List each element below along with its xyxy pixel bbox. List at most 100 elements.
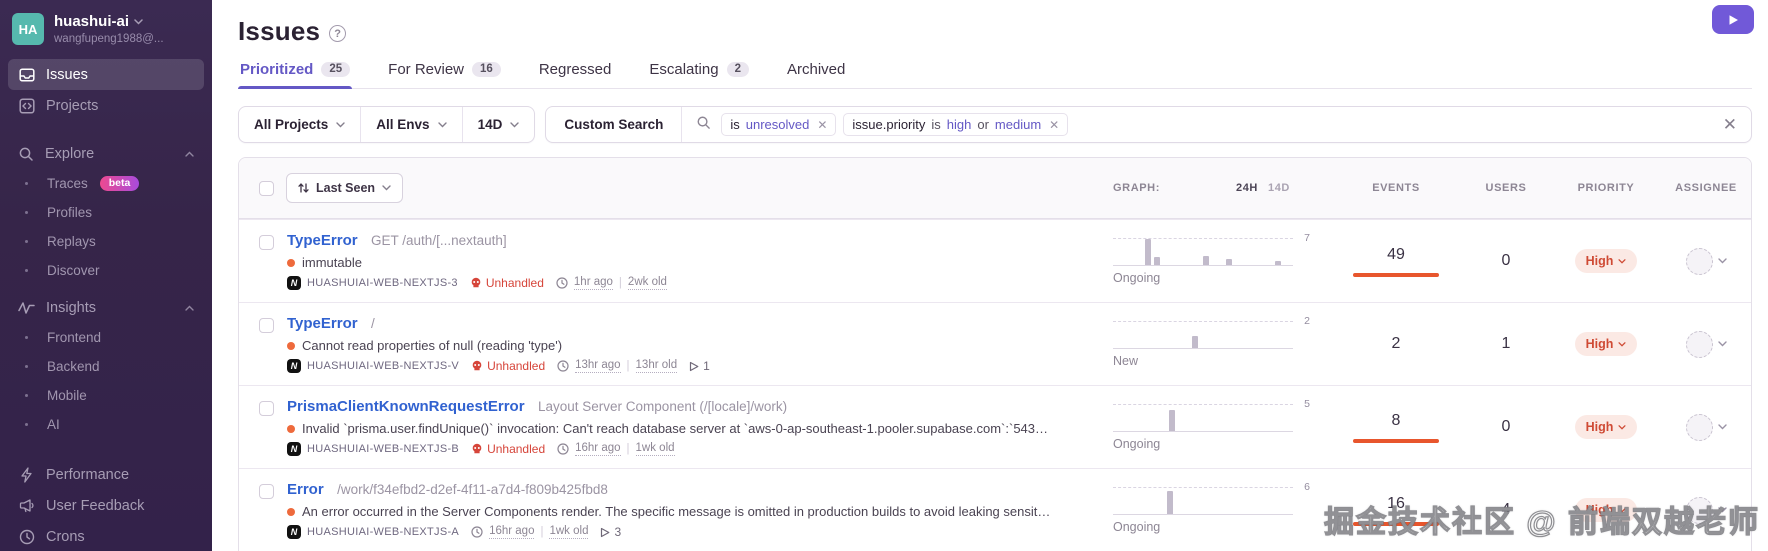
- sidebar-item-traces[interactable]: Traces beta: [8, 169, 204, 198]
- chevron-down-icon: [382, 185, 391, 191]
- tab-escalating[interactable]: Escalating 2: [647, 61, 751, 88]
- row-checkbox[interactable]: [259, 484, 274, 499]
- search-bar: Custom Search is unresolved ✕ issue.prio…: [545, 106, 1752, 143]
- tab-archived[interactable]: Archived: [785, 61, 847, 88]
- issues-icon: [18, 66, 35, 83]
- chevron-down-icon[interactable]: [1718, 258, 1727, 264]
- sidebar-item-issues[interactable]: Issues: [8, 59, 204, 90]
- sidebar-item-user-feedback[interactable]: User Feedback: [8, 490, 204, 521]
- issue-row[interactable]: TypeError / Cannot read properties of nu…: [239, 302, 1751, 385]
- remove-token-icon[interactable]: ✕: [1047, 118, 1059, 132]
- issue-culprit: Layout Server Component (/[locale]/work): [538, 399, 787, 414]
- custom-search-button[interactable]: Custom Search: [546, 107, 682, 142]
- sidebar-item-frontend[interactable]: Frontend: [8, 323, 204, 352]
- assignee-avatar[interactable]: [1686, 331, 1713, 358]
- help-icon[interactable]: ?: [329, 25, 346, 42]
- sidebar-item-projects[interactable]: Projects: [8, 90, 204, 121]
- assignee-avatar[interactable]: [1686, 414, 1713, 441]
- project-filter[interactable]: All Projects: [239, 107, 361, 142]
- priority-select[interactable]: High: [1575, 498, 1638, 522]
- tab-count: 2: [727, 62, 749, 77]
- sparkline-max-line: [1113, 404, 1293, 405]
- assignee-avatar[interactable]: [1686, 497, 1713, 524]
- issue-culprit: /work/f34efbd2-d2ef-4f11-a7d4-f809b425fb…: [337, 482, 608, 497]
- chevron-down-icon[interactable]: [1718, 424, 1727, 430]
- sidebar-item-performance[interactable]: Performance: [8, 459, 204, 490]
- priority-label: High: [1586, 337, 1614, 351]
- chevron-up-icon: [185, 305, 194, 311]
- row-checkbox[interactable]: [259, 401, 274, 416]
- sidebar-group-explore[interactable]: Explore: [8, 139, 204, 169]
- priority-select[interactable]: High: [1575, 249, 1638, 273]
- issue-sparkline: 6: [1113, 487, 1293, 515]
- sidebar-item-ai[interactable]: AI: [8, 410, 204, 439]
- priority-select[interactable]: High: [1575, 332, 1638, 356]
- search-token-priority[interactable]: issue.priority is high or medium ✕: [843, 113, 1068, 136]
- replay-count-value: 3: [614, 525, 621, 539]
- issue-title-link[interactable]: TypeError: [287, 315, 358, 332]
- row-checkbox[interactable]: [259, 235, 274, 250]
- issue-row[interactable]: Error /work/f34efbd2-d2ef-4f11-a7d4-f809…: [239, 468, 1751, 551]
- sidebar-item-label: Backend: [47, 359, 100, 374]
- divider: |: [627, 360, 630, 372]
- environment-filter[interactable]: All Envs: [361, 107, 462, 142]
- sidebar-item-discover[interactable]: Discover: [8, 256, 204, 285]
- divider: |: [619, 277, 622, 289]
- search-token-status[interactable]: is unresolved ✕: [721, 113, 836, 136]
- issue-row[interactable]: PrismaClientKnownRequestError Layout Ser…: [239, 385, 1751, 468]
- sidebar-item-replays[interactable]: Replays: [8, 227, 204, 256]
- tab-label: Archived: [787, 61, 845, 78]
- remove-token-icon[interactable]: ✕: [815, 118, 827, 132]
- issue-row[interactable]: TypeError GET /auth/[...nextauth] immuta…: [239, 219, 1751, 302]
- sidebar-item-crons[interactable]: Crons: [8, 521, 204, 551]
- date-range-filter[interactable]: 14D: [463, 107, 535, 142]
- unhandled-label: Unhandled: [487, 359, 545, 373]
- events-highlight-bar: [1353, 273, 1439, 277]
- priority-label: High: [1586, 254, 1614, 268]
- select-all-checkbox[interactable]: [259, 181, 274, 196]
- graph-range-14d[interactable]: 14d: [1268, 182, 1290, 194]
- users-count: 1: [1461, 335, 1551, 353]
- tab-for-review[interactable]: For Review 16: [386, 61, 503, 88]
- sidebar-item-label: Profiles: [47, 205, 92, 220]
- unhandled-label: Unhandled: [487, 442, 545, 456]
- search-icon: [18, 146, 34, 162]
- issue-title-link[interactable]: PrismaClientKnownRequestError: [287, 398, 525, 415]
- events-count: 16: [1331, 495, 1461, 513]
- sort-button[interactable]: Last Seen: [286, 173, 403, 203]
- chevron-down-icon[interactable]: [1718, 341, 1727, 347]
- priority-select[interactable]: High: [1575, 415, 1638, 439]
- issue-title-link[interactable]: Error: [287, 481, 324, 498]
- tab-prioritized[interactable]: Prioritized 25: [238, 61, 352, 88]
- nextjs-icon: N: [287, 442, 301, 456]
- play-button[interactable]: [1712, 5, 1754, 34]
- clear-search-icon[interactable]: ✕: [1709, 115, 1751, 135]
- assignee-avatar[interactable]: [1686, 248, 1713, 275]
- chevron-down-icon[interactable]: [1718, 507, 1727, 513]
- priority-label: High: [1586, 503, 1614, 517]
- replay-count: 1: [689, 359, 710, 373]
- org-switcher[interactable]: HA huashui-ai wangfupeng1988@...: [8, 13, 204, 59]
- graph-range-24h[interactable]: 24h: [1236, 182, 1258, 194]
- chevron-down-icon: [438, 122, 447, 128]
- users-count: 0: [1461, 252, 1551, 270]
- sidebar-item-label: Discover: [47, 263, 100, 278]
- issue-tabs: Prioritized 25 For Review 16 Regressed E…: [238, 61, 1752, 89]
- last-seen-age: 16hr ago: [489, 525, 534, 539]
- sidebar-item-backend[interactable]: Backend: [8, 352, 204, 381]
- first-seen-age: 1wk old: [636, 442, 675, 456]
- row-checkbox[interactable]: [259, 318, 274, 333]
- skull-icon: [471, 360, 483, 372]
- sidebar-group-insights[interactable]: Insights: [8, 293, 204, 323]
- nextjs-icon: N: [287, 276, 301, 290]
- sparkline-peak-value: 2: [1304, 315, 1310, 327]
- sidebar-item-profiles[interactable]: Profiles: [8, 198, 204, 227]
- page-filters: All Projects All Envs 14D: [238, 106, 535, 143]
- sidebar-item-mobile[interactable]: Mobile: [8, 381, 204, 410]
- search-input[interactable]: is unresolved ✕ issue.priority is high o…: [721, 113, 1068, 136]
- skull-icon: [470, 277, 482, 289]
- sparkline-peak-value: 6: [1304, 481, 1310, 493]
- chevron-down-icon: [1618, 508, 1626, 513]
- tab-regressed[interactable]: Regressed: [537, 61, 614, 88]
- issue-title-link[interactable]: TypeError: [287, 232, 358, 249]
